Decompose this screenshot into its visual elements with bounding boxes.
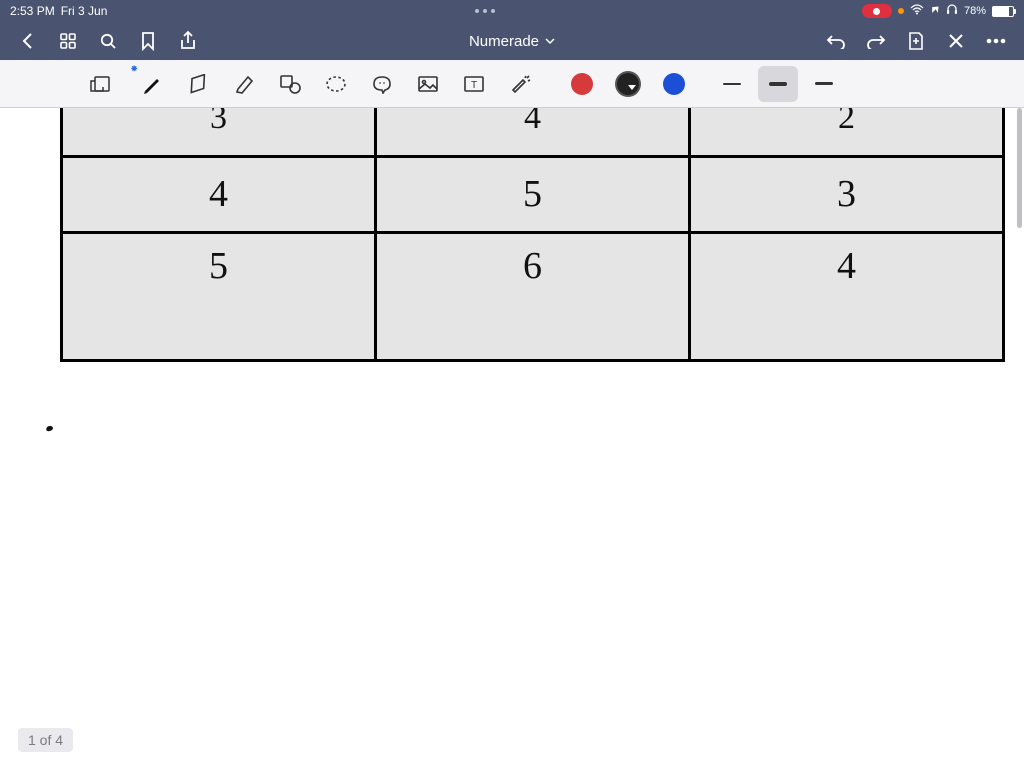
cell: 5 <box>62 232 376 360</box>
cell: 4 <box>690 232 1004 360</box>
table-row: 4 5 3 <box>62 156 1004 232</box>
add-page-button[interactable] <box>896 23 936 59</box>
redo-button[interactable] <box>856 23 896 59</box>
svg-text:T: T <box>471 80 477 91</box>
share-button[interactable] <box>168 23 208 59</box>
document-title-text: Numerade <box>469 33 539 50</box>
battery-icon <box>992 6 1014 17</box>
undo-button[interactable] <box>816 23 856 59</box>
cell: 6 <box>376 232 690 360</box>
bluetooth-icon: ⁕ <box>130 64 138 75</box>
cell: 5 <box>376 156 690 232</box>
back-button[interactable] <box>8 23 48 59</box>
scrollbar-vertical[interactable] <box>1017 108 1022 228</box>
zoom-tool[interactable] <box>80 66 120 102</box>
drawing-toolbar: ⁕ T <box>0 60 1024 108</box>
titlebar-right <box>816 23 1016 59</box>
cell: 3 <box>62 108 376 156</box>
stroke-thin[interactable] <box>712 66 752 102</box>
more-button[interactable] <box>976 23 1016 59</box>
titlebar-left <box>8 23 208 59</box>
screen-record-indicator[interactable] <box>862 4 892 18</box>
image-tool[interactable] <box>408 66 448 102</box>
text-tool[interactable]: T <box>454 66 494 102</box>
ipad-status-bar: 2:53 PM Fri 3 Jun 78% <box>0 0 1024 22</box>
status-right: 78% <box>862 4 1014 18</box>
bookmark-button[interactable] <box>128 23 168 59</box>
pen-tool[interactable]: ⁕ <box>132 66 172 102</box>
chevron-down-icon <box>545 37 555 45</box>
color-red[interactable] <box>562 66 602 102</box>
multitask-dots[interactable] <box>475 9 495 13</box>
lasso-tool[interactable] <box>316 66 356 102</box>
shape-tool[interactable] <box>270 66 310 102</box>
table-row: 3 4 2 <box>62 108 1004 156</box>
cell: 3 <box>690 156 1004 232</box>
highlighter-tool[interactable] <box>224 66 264 102</box>
grid-view-button[interactable] <box>48 23 88 59</box>
status-date: Fri 3 Jun <box>61 4 108 18</box>
color-blue[interactable] <box>654 66 694 102</box>
sticker-tool[interactable] <box>362 66 402 102</box>
wifi-icon <box>910 4 924 18</box>
stroke-medium[interactable] <box>758 66 798 102</box>
app-title-bar: Numerade <box>0 22 1024 60</box>
orange-dot-icon <box>898 8 904 14</box>
color-black[interactable] <box>608 66 648 102</box>
ink-mark <box>45 425 53 432</box>
page-counter[interactable]: 1 of 4 <box>18 728 73 752</box>
handwritten-table: 3 4 2 4 5 3 5 6 4 <box>60 108 1005 362</box>
location-icon <box>930 5 940 18</box>
drawing-canvas[interactable]: 3 4 2 4 5 3 5 6 4 1 of 4 <box>0 108 1024 768</box>
headphones-icon <box>946 4 958 18</box>
table-row: 5 6 4 <box>62 232 1004 360</box>
cell: 4 <box>376 108 690 156</box>
cell: 4 <box>62 156 376 232</box>
battery-percent: 78% <box>964 5 986 17</box>
status-left: 2:53 PM Fri 3 Jun <box>10 4 107 18</box>
document-title[interactable]: Numerade <box>469 33 555 50</box>
cell: 2 <box>690 108 1004 156</box>
status-time: 2:53 PM <box>10 4 55 18</box>
search-button[interactable] <box>88 23 128 59</box>
close-button[interactable] <box>936 23 976 59</box>
stroke-thick[interactable] <box>804 66 844 102</box>
eraser-tool[interactable] <box>178 66 218 102</box>
laser-tool[interactable] <box>500 66 540 102</box>
